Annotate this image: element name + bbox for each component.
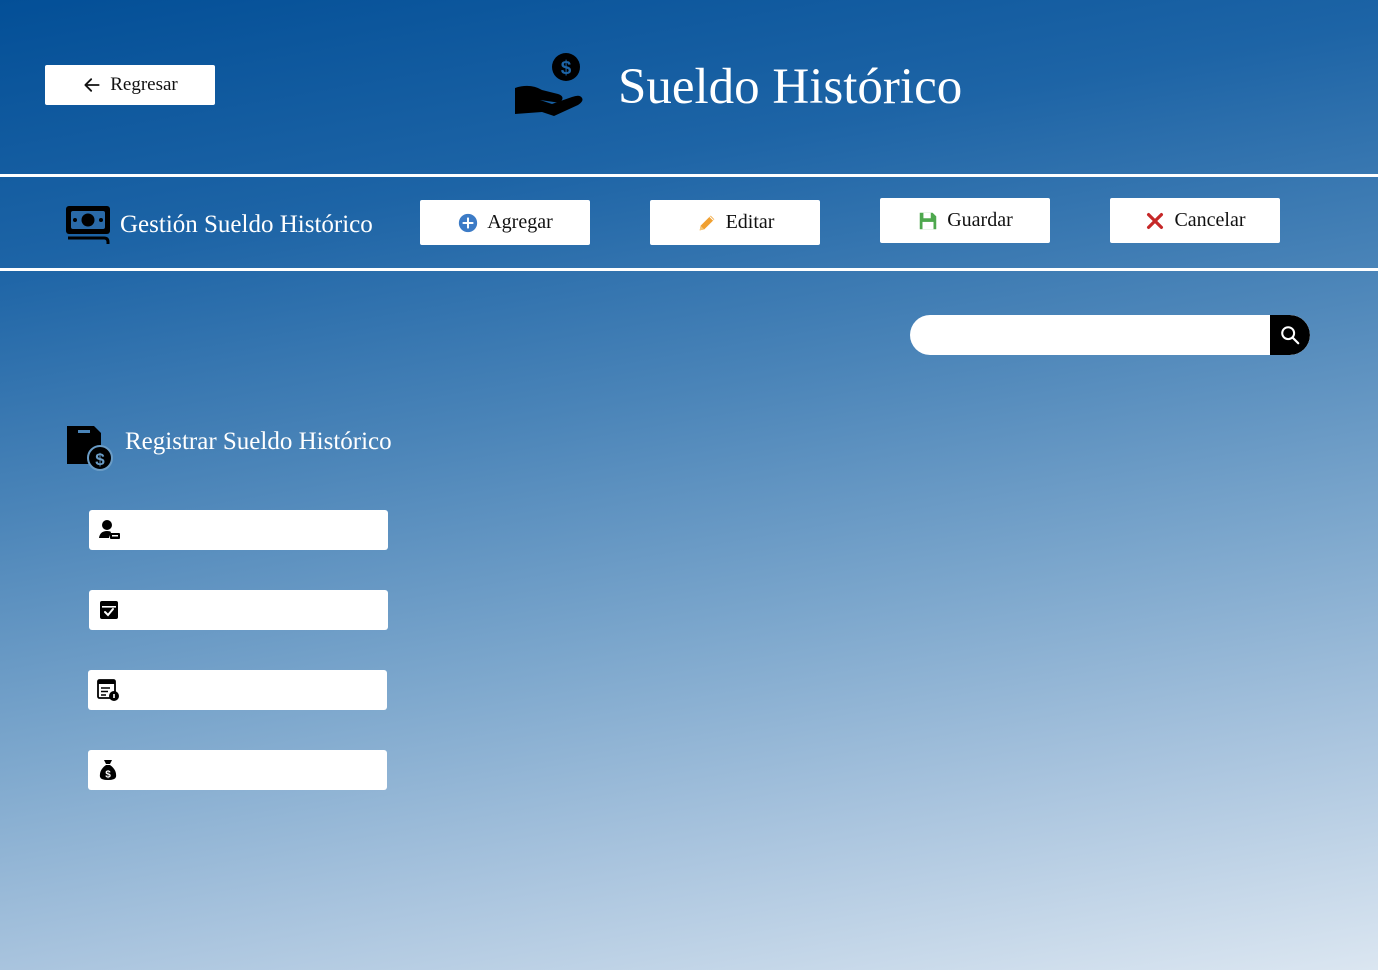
page-title: Sueldo Histórico xyxy=(618,59,963,115)
x-mark-icon xyxy=(1147,212,1164,229)
floppy-disk-icon xyxy=(919,212,937,229)
money-bag-icon: $ xyxy=(99,760,117,781)
form-title: Registrar Sueldo Histórico xyxy=(125,428,392,455)
money-bill-icon xyxy=(66,206,110,244)
hand-dollar-icon: $ xyxy=(515,53,583,116)
divider xyxy=(0,174,1378,177)
file-dollar-icon: $ xyxy=(67,426,113,471)
plus-circle-icon xyxy=(459,213,478,232)
date-input[interactable] xyxy=(129,590,388,630)
toolbar-title: Gestión Sueldo Histórico xyxy=(120,211,373,238)
arrow-left-icon xyxy=(84,78,100,92)
person-icon xyxy=(99,520,120,539)
back-button[interactable]: Regresar xyxy=(45,65,215,105)
calendar-check-icon xyxy=(100,601,118,619)
add-button[interactable]: Agregar xyxy=(420,200,590,245)
employee-field xyxy=(89,510,388,550)
details-field xyxy=(88,670,387,710)
cancel-label: Cancelar xyxy=(1174,209,1246,231)
employee-input[interactable] xyxy=(129,510,388,550)
pencil-icon xyxy=(699,215,714,230)
search-bar xyxy=(910,315,1310,355)
details-input[interactable] xyxy=(128,670,387,710)
amount-field: $ xyxy=(88,750,387,790)
edit-label: Editar xyxy=(725,211,775,233)
svg-text:$: $ xyxy=(95,450,105,469)
date-field xyxy=(89,590,388,630)
magnifier-icon xyxy=(1281,326,1300,345)
edit-button[interactable]: Editar xyxy=(650,200,820,245)
search-button[interactable] xyxy=(1270,315,1310,355)
svg-text:$: $ xyxy=(105,770,111,781)
svg-text:$: $ xyxy=(561,58,572,79)
save-button[interactable]: Guardar xyxy=(880,198,1050,243)
add-label: Agregar xyxy=(487,211,553,233)
save-label: Guardar xyxy=(947,209,1013,231)
back-label: Regresar xyxy=(110,74,178,95)
list-info-icon xyxy=(97,679,119,701)
search-input[interactable] xyxy=(910,315,1270,355)
cancel-button[interactable]: Cancelar xyxy=(1110,198,1280,243)
amount-input[interactable] xyxy=(128,750,387,790)
divider xyxy=(0,268,1378,271)
